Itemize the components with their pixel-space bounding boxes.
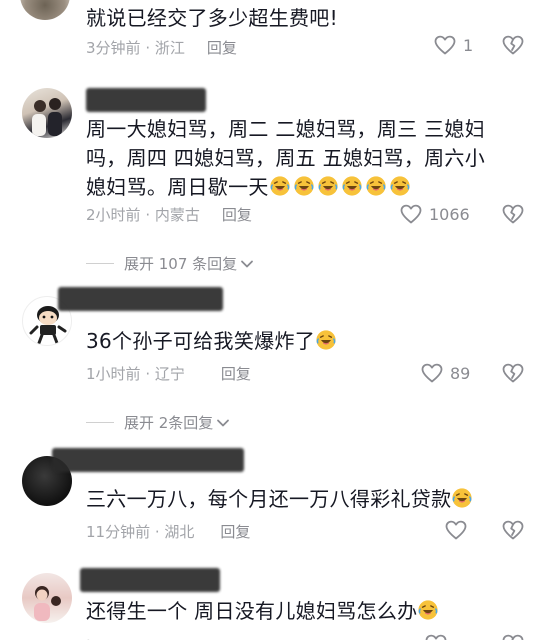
comment-meta-cut: · — [86, 632, 91, 640]
broken-heart-icon[interactable] — [501, 518, 525, 542]
broken-heart-icon[interactable] — [501, 361, 525, 385]
divider-line — [86, 263, 114, 264]
username-redacted — [80, 568, 220, 592]
rofl-emoji-icon — [417, 599, 439, 621]
heart-outline-icon — [444, 518, 468, 542]
heart-outline-icon[interactable] — [424, 632, 448, 640]
chevron-down-icon — [217, 419, 230, 426]
rofl-emoji-icon — [315, 329, 337, 351]
comment-text: 就说已经交了多少超生费吧! — [86, 6, 338, 30]
like-button[interactable] — [444, 518, 468, 542]
comment-text: 周一大媳妇骂，周二 二媳妇骂，周三 三媳妇吗，周四 四媳妇骂，周五 五媳妇骂，周… — [86, 115, 501, 202]
like-button[interactable]: 89 — [420, 361, 470, 385]
reply-button[interactable]: 回复 — [207, 39, 237, 57]
comment-text: 36个孙子可给我笑爆炸了 — [86, 327, 506, 356]
like-button[interactable]: 1066 — [399, 202, 470, 226]
broken-heart-icon[interactable] — [501, 632, 525, 640]
reply-button[interactable]: 回复 — [220, 523, 250, 541]
reply-button[interactable]: 回复 — [221, 365, 251, 383]
avatar[interactable] — [22, 573, 72, 623]
comment-time: 1小时前 — [86, 365, 141, 383]
emoji-row — [451, 487, 475, 511]
like-button[interactable]: 1 — [433, 33, 473, 57]
rofl-emoji-icon — [317, 175, 339, 197]
username-redacted — [58, 287, 223, 311]
emoji-row — [417, 599, 441, 623]
avatar[interactable] — [22, 88, 72, 138]
comment-meta: 11分钟前 · 湖北 回复 — [86, 523, 251, 541]
expand-replies-button[interactable]: 展开 107 条回复 — [86, 253, 255, 274]
heart-outline-icon — [433, 33, 457, 57]
avatar-photo — [34, 586, 61, 621]
rofl-emoji-icon — [341, 175, 363, 197]
comment-text-body: 还得生一个 周日没有儿媳妇骂怎么办 — [86, 599, 418, 623]
rofl-emoji-icon — [389, 175, 411, 197]
comment-time: 2小时前 — [86, 206, 141, 224]
username-redacted — [86, 88, 206, 112]
username-redacted — [52, 448, 244, 472]
comment-text: 还得生一个 周日没有儿媳妇骂怎么办 — [86, 597, 526, 626]
emoji-row — [315, 329, 339, 353]
comment-text-body: 36个孙子可给我笑爆炸了 — [86, 329, 316, 353]
comment-location: 湖北 — [164, 523, 195, 541]
comment-meta: 2小时前 · 内蒙古 回复 — [86, 206, 252, 224]
heart-outline-icon — [399, 202, 423, 226]
comment-meta: 1小时前 · 辽宁 回复 — [86, 365, 251, 383]
rofl-emoji-icon — [293, 175, 315, 197]
avatar[interactable] — [20, 0, 70, 20]
comment-time: 3分钟前 — [86, 39, 141, 57]
rofl-emoji-icon — [365, 175, 387, 197]
expand-replies-button[interactable]: 展开 2条回复 — [86, 412, 231, 433]
comment-time: 11分钟前 — [86, 523, 151, 541]
avatar-photo — [32, 98, 62, 136]
comment-text-body: 三六一万八，每个月还一万八得彩礼贷款 — [86, 487, 452, 511]
comment-meta: 3分钟前 · 浙江 回复 — [86, 39, 237, 57]
comment-location: 浙江 — [154, 39, 185, 57]
reply-button[interactable]: 回复 — [222, 206, 252, 224]
broken-heart-icon[interactable] — [501, 202, 525, 226]
expand-replies-label: 展开 2条回复 — [124, 414, 214, 432]
emoji-row — [269, 175, 413, 199]
heart-outline-icon — [420, 361, 444, 385]
rofl-emoji-icon — [269, 175, 291, 197]
like-count: 1066 — [429, 204, 470, 224]
comment-text: 三六一万八，每个月还一万八得彩礼贷款 — [86, 485, 526, 514]
comment-location: 内蒙古 — [154, 206, 200, 224]
comment-location: 辽宁 — [154, 365, 185, 383]
divider-line — [86, 422, 114, 423]
like-count: 89 — [450, 363, 471, 383]
chevron-down-icon — [241, 260, 254, 267]
like-count: 1 — [463, 35, 474, 55]
broken-heart-icon[interactable] — [501, 33, 525, 57]
expand-replies-label: 展开 107 条回复 — [124, 255, 238, 273]
rofl-emoji-icon — [451, 487, 473, 509]
